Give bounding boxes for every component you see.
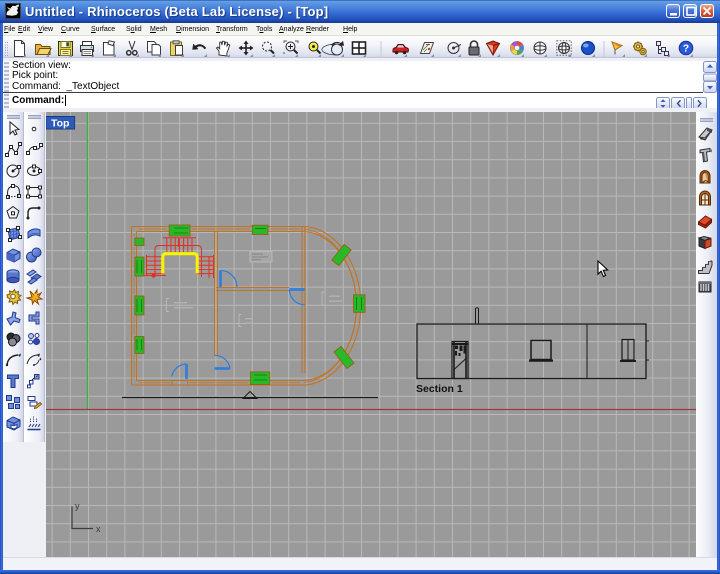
svg-text:?: ? — [683, 42, 689, 54]
svg-text:Top: Top — [51, 118, 69, 130]
svg-text:y: y — [75, 501, 80, 511]
svg-text:x: x — [96, 524, 101, 534]
svg-text:Section 1: Section 1 — [416, 383, 463, 395]
